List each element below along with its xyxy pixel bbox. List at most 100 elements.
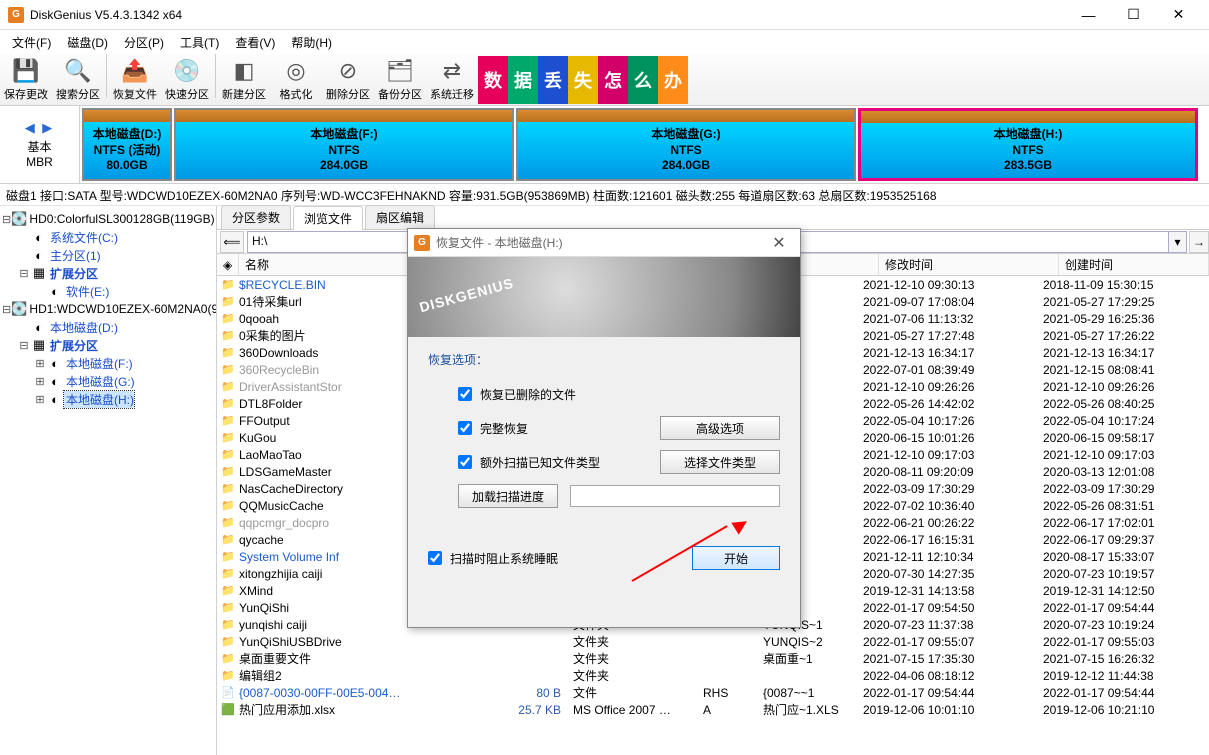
file-row[interactable]: 📄{0087-0030-00FF-00E5-004…80 B文件RHS{0087…	[217, 684, 1209, 701]
expand-icon[interactable]: ⊟	[2, 303, 11, 316]
col-ctime[interactable]: 创建时间	[1059, 254, 1209, 275]
file-ctime: 2020-06-15 09:58:17	[1037, 431, 1187, 445]
load-progress-button[interactable]: 加载扫描进度	[458, 484, 558, 508]
node-label: 本地磁盘(F:)	[64, 355, 133, 372]
tree-node[interactable]: ⊟▦扩展分区	[2, 264, 214, 282]
dialog-titlebar[interactable]: G 恢复文件 - 本地磁盘(H:) ✕	[408, 229, 800, 257]
tool-icon: 💿	[173, 57, 201, 85]
node-icon: ◐	[30, 248, 48, 263]
node-icon: ◐	[46, 374, 64, 389]
tab-浏览文件[interactable]: 浏览文件	[293, 206, 363, 230]
tool-新建分区[interactable]: ◧新建分区	[218, 54, 270, 106]
file-mtime: 2019-12-06 10:01:10	[857, 703, 1037, 717]
tree-node[interactable]: ⊞◐本地磁盘(F:)	[2, 354, 214, 372]
tab-扇区编辑[interactable]: 扇区编辑	[365, 205, 435, 229]
chk-full-recover[interactable]	[458, 421, 472, 435]
file-icon: 📁	[220, 329, 236, 342]
dialog-close-button[interactable]: ✕	[764, 233, 794, 253]
close-button[interactable]: ✕	[1156, 1, 1201, 29]
tree-node[interactable]: ⊞◐本地磁盘(H:)	[2, 390, 214, 408]
back-button[interactable]: ⟸	[220, 231, 244, 253]
node-label: HD0:ColorfulSL300128GB(119GB)	[27, 212, 214, 226]
menu-0[interactable]: 文件(F)	[4, 32, 59, 53]
advanced-options-button[interactable]: 高级选项	[660, 416, 780, 440]
file-ctime: 2019-12-12 11:44:38	[1037, 669, 1187, 683]
file-type: MS Office 2007 …	[567, 703, 697, 717]
start-button[interactable]: 开始	[692, 546, 780, 570]
tab-分区参数[interactable]: 分区参数	[221, 205, 291, 229]
tool-恢复文件[interactable]: 📤恢复文件	[109, 54, 161, 106]
tree-node[interactable]: ⊟💽HD0:ColorfulSL300128GB(119GB)	[2, 210, 214, 228]
menu-4[interactable]: 查看(V)	[227, 32, 283, 53]
expand-icon[interactable]: ⊟	[2, 213, 11, 226]
file-ctime: 2022-01-17 09:55:03	[1037, 635, 1187, 649]
banner-char: 数	[478, 56, 508, 104]
tool-icon: 💾	[12, 57, 40, 85]
chk-recover-deleted[interactable]	[458, 387, 472, 401]
tree-node[interactable]: ◐主分区(1)	[2, 246, 214, 264]
path-dropdown[interactable]: ▾	[1169, 231, 1187, 253]
tree-node[interactable]: ⊟▦扩展分区	[2, 336, 214, 354]
menu-1[interactable]: 磁盘(D)	[59, 32, 116, 53]
tool-格式化[interactable]: ◎格式化	[270, 54, 322, 106]
node-icon: ◐	[46, 392, 64, 407]
file-mtime: 2022-01-17 09:54:44	[857, 686, 1037, 700]
maximize-button[interactable]: ☐	[1111, 1, 1156, 29]
file-ctime: 2022-01-17 09:54:44	[1037, 686, 1187, 700]
expand-icon[interactable]: ⊞	[34, 375, 46, 388]
file-icon: 📁	[220, 312, 236, 325]
tool-icon: 📤	[121, 57, 149, 85]
go-button[interactable]: →	[1189, 231, 1209, 253]
file-attr: A	[697, 703, 757, 717]
partition-本地磁盘(G:)[interactable]: 本地磁盘(G:)NTFS284.0GB	[516, 108, 856, 181]
file-ctime: 2019-12-31 14:12:50	[1037, 584, 1187, 598]
menu-5[interactable]: 帮助(H)	[283, 32, 340, 53]
file-name: YunQiShiUSBDrive	[239, 635, 477, 649]
file-row[interactable]: 📁YunQiShiUSBDrive文件夹YUNQIS~22022-01-17 0…	[217, 633, 1209, 650]
file-ctime: 2021-12-10 09:26:26	[1037, 380, 1187, 394]
file-row[interactable]: 🟩热门应用添加.xlsx25.7 KBMS Office 2007 …A热门应~…	[217, 701, 1209, 718]
expand-icon[interactable]: ⊟	[18, 267, 30, 280]
tree-node[interactable]: ⊟💽HD1:WDCWD10EZEX-60M2NA0(932G	[2, 300, 214, 318]
banner-char: 据	[508, 56, 538, 104]
tool-保存更改[interactable]: 💾保存更改	[0, 54, 52, 106]
chk-prevent-sleep[interactable]	[428, 551, 442, 565]
file-icon: 🟩	[220, 703, 236, 716]
file-row[interactable]: 📁桌面重要文件文件夹桌面重~12021-07-15 17:35:302021-0…	[217, 650, 1209, 667]
file-mtime: 2021-05-27 17:27:48	[857, 329, 1037, 343]
tree-node[interactable]: ◐本地磁盘(D:)	[2, 318, 214, 336]
menubar: 文件(F)磁盘(D)分区(P)工具(T)查看(V)帮助(H)	[0, 30, 1209, 54]
minimize-button[interactable]: —	[1066, 1, 1111, 29]
file-icon: 📁	[220, 550, 236, 563]
file-mtime: 2022-06-17 16:15:31	[857, 533, 1037, 547]
expand-icon[interactable]: ⊞	[34, 357, 46, 370]
col-icon[interactable]: ◈	[217, 254, 239, 275]
file-row[interactable]: 📁编辑组2文件夹2022-04-06 08:18:122019-12-12 11…	[217, 667, 1209, 684]
tree-node[interactable]: ⊞◐本地磁盘(G:)	[2, 372, 214, 390]
col-mtime[interactable]: 修改时间	[879, 254, 1059, 275]
tool-快速分区[interactable]: 💿快速分区	[161, 54, 213, 106]
select-filetype-button[interactable]: 选择文件类型	[660, 450, 780, 474]
file-icon: 📁	[220, 499, 236, 512]
tool-删除分区[interactable]: ⊘删除分区	[322, 54, 374, 106]
expand-icon[interactable]: ⊞	[34, 393, 46, 406]
partition-本地磁盘(D:)[interactable]: 本地磁盘(D:)NTFS (活动)80.0GB	[82, 108, 172, 181]
tool-搜索分区[interactable]: 🔍搜索分区	[52, 54, 104, 106]
partition-本地磁盘(F:)[interactable]: 本地磁盘(F:)NTFS284.0GB	[174, 108, 514, 181]
tool-备份分区[interactable]: 🗂备份分区	[374, 54, 426, 106]
disk-tree[interactable]: ⊟💽HD0:ColorfulSL300128GB(119GB)◐系统文件(C:)…	[0, 206, 217, 755]
nav-arrows[interactable]: ◀ ▶	[25, 120, 55, 136]
tool-系统迁移[interactable]: ⇄系统迁移	[426, 54, 478, 106]
menu-2[interactable]: 分区(P)	[116, 32, 172, 53]
file-name: 编辑组2	[239, 667, 477, 684]
partition-本地磁盘(H:)[interactable]: 本地磁盘(H:)NTFS283.5GB	[858, 108, 1198, 181]
file-mtime: 2021-07-15 17:35:30	[857, 652, 1037, 666]
file-name: 热门应用添加.xlsx	[239, 701, 477, 718]
tree-node[interactable]: ◐系统文件(C:)	[2, 228, 214, 246]
progress-path-input[interactable]	[570, 485, 780, 507]
chk-extra-scan[interactable]	[458, 455, 472, 469]
file-mtime: 2022-05-04 10:17:26	[857, 414, 1037, 428]
tree-node[interactable]: ◐软件(E:)	[2, 282, 214, 300]
menu-3[interactable]: 工具(T)	[172, 32, 227, 53]
expand-icon[interactable]: ⊟	[18, 339, 30, 352]
